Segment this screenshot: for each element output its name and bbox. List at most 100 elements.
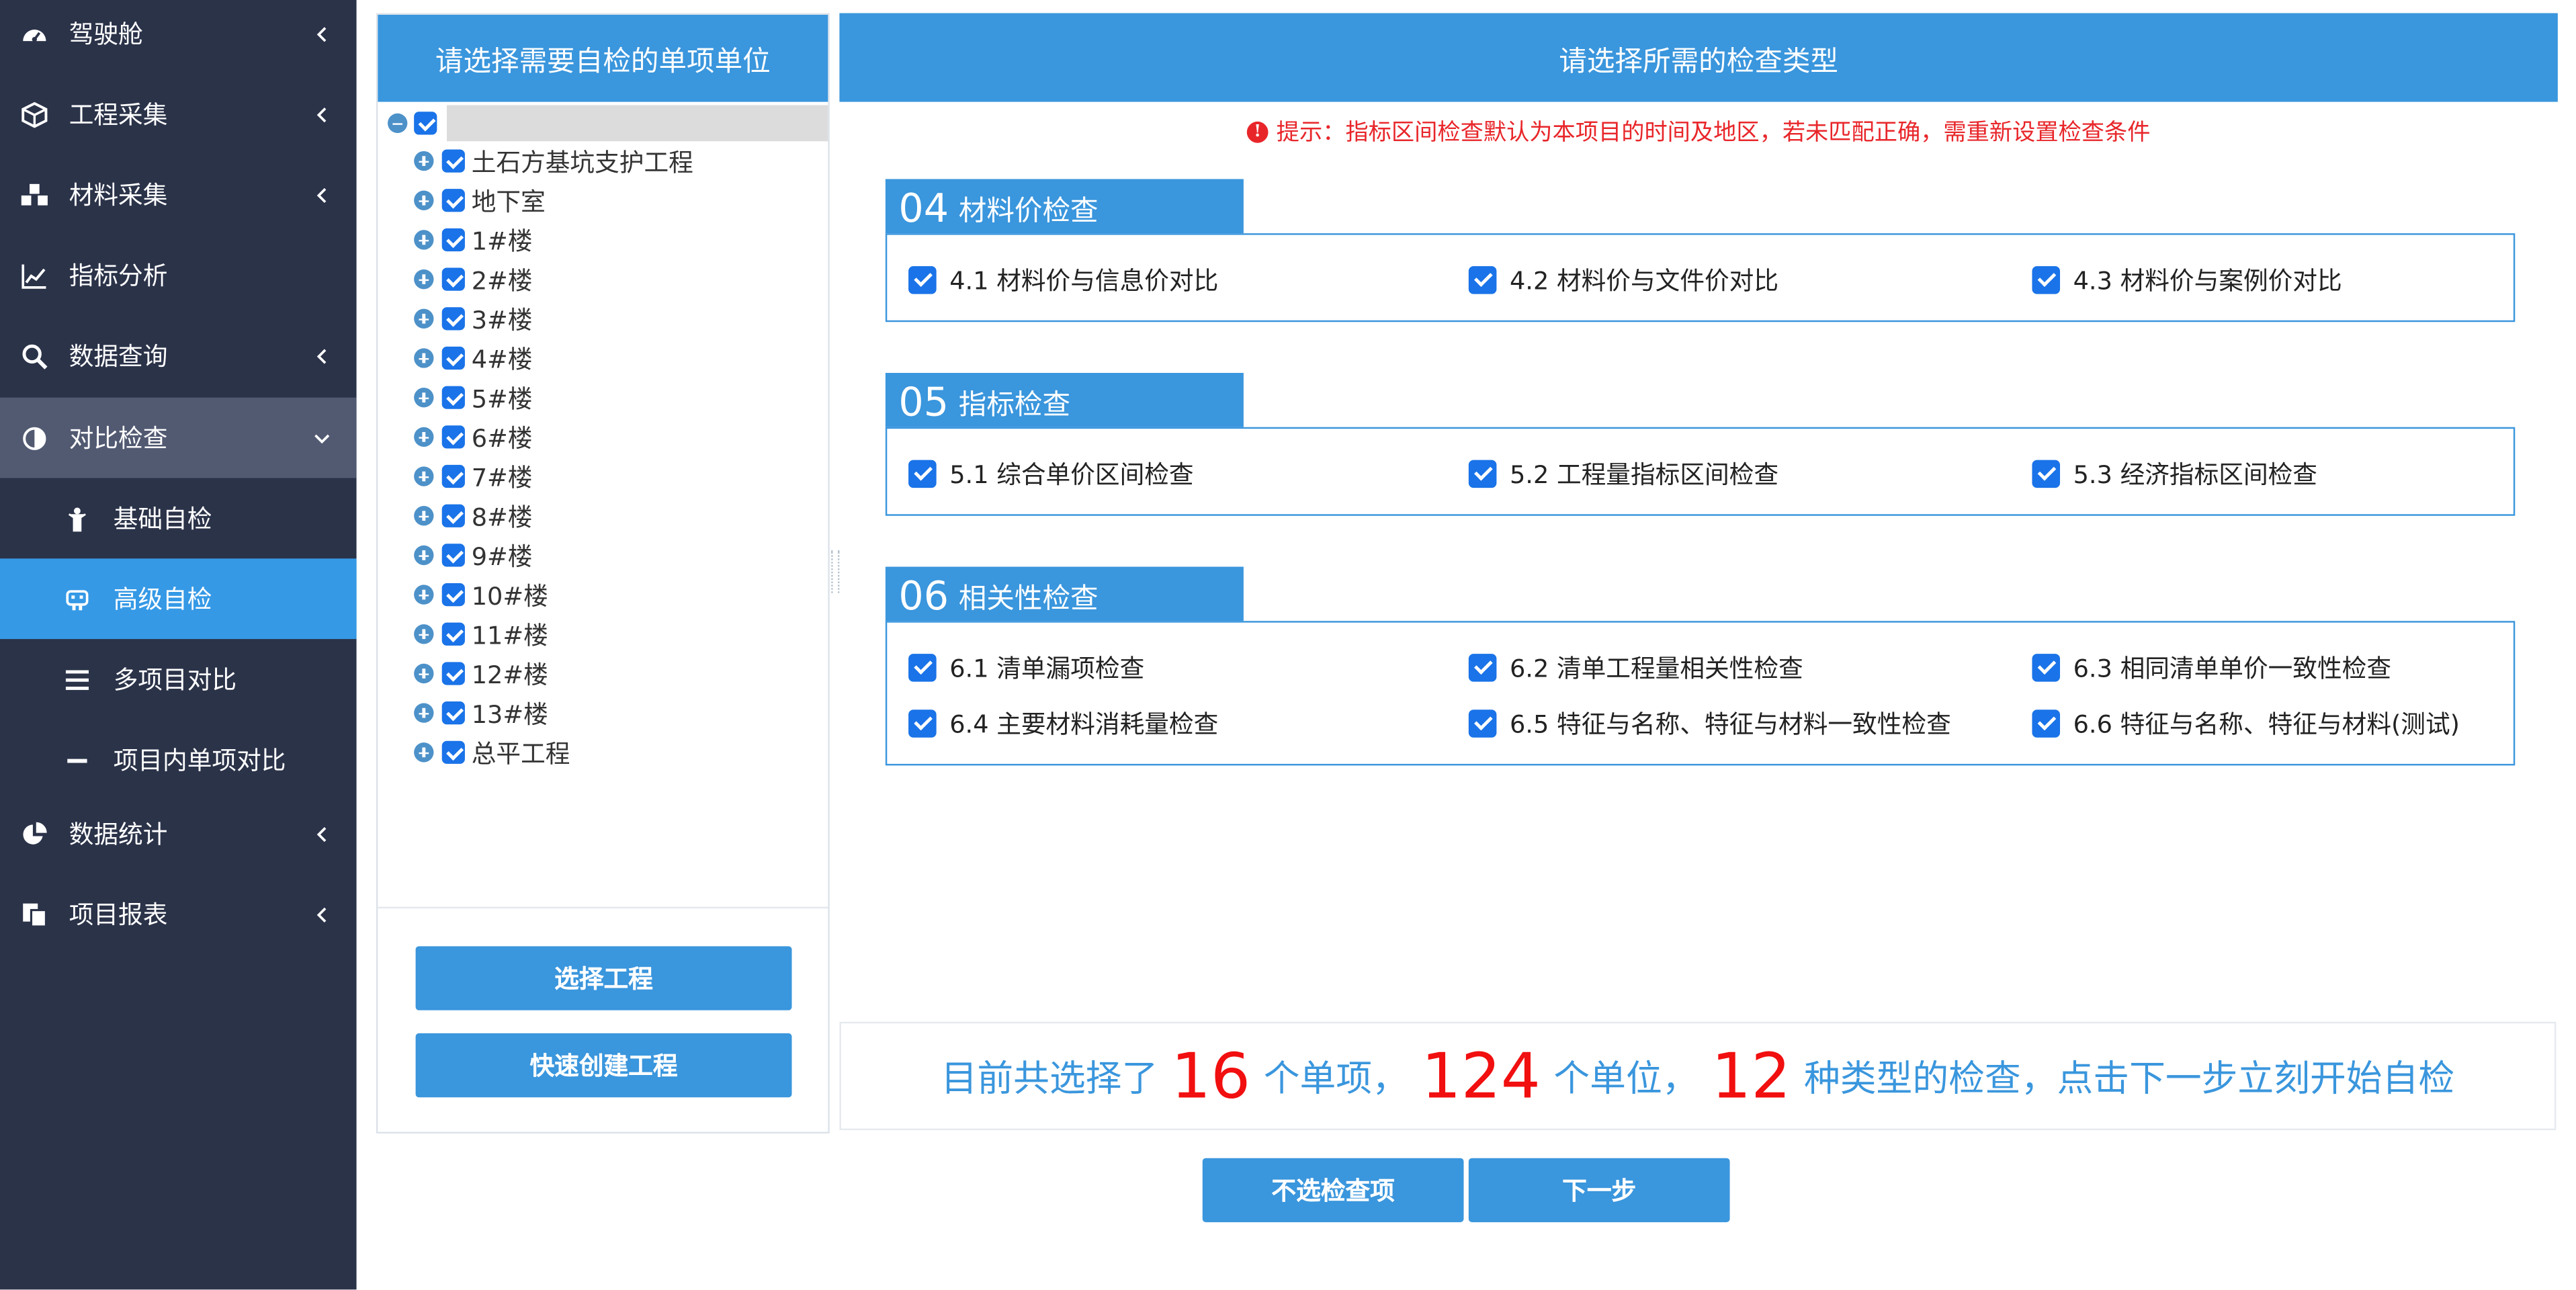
- nav-item-basic-self-check[interactable]: 基础自检: [0, 478, 357, 558]
- check-option[interactable]: 6.1 清单漏项检查: [908, 650, 1144, 685]
- expand-icon[interactable]: [414, 585, 434, 605]
- tree-item[interactable]: 10#楼: [414, 576, 548, 613]
- deselect-checks-button[interactable]: 不选检查项: [1202, 1158, 1464, 1223]
- expand-icon[interactable]: [414, 545, 434, 566]
- option-checkbox[interactable]: [1468, 266, 1497, 294]
- check-option[interactable]: 6.4 主要材料消耗量检查: [908, 706, 1218, 740]
- tree-item-label: 1#楼: [471, 226, 533, 256]
- option-checkbox[interactable]: [908, 266, 937, 294]
- expand-icon[interactable]: [414, 703, 434, 723]
- nav-item-in-project-compare[interactable]: 项目内单项对比: [0, 720, 357, 800]
- tree-root-checkbox[interactable]: [414, 112, 437, 135]
- option-checkbox[interactable]: [2032, 266, 2061, 294]
- tree-item[interactable]: 13#楼: [414, 695, 548, 731]
- expand-icon[interactable]: [414, 427, 434, 447]
- tree-checkbox[interactable]: [441, 228, 465, 252]
- expand-icon[interactable]: [414, 230, 434, 250]
- expand-icon[interactable]: [414, 190, 434, 210]
- tree-checkbox[interactable]: [441, 583, 465, 607]
- tree-item[interactable]: 总平工程: [414, 734, 570, 771]
- check-option[interactable]: 6.5 特征与名称、特征与材料一致性检查: [1468, 706, 1951, 740]
- tree-item[interactable]: 8#楼: [414, 498, 532, 534]
- nav-item-cockpit[interactable]: 驾驶舱: [0, 0, 357, 74]
- tree-checkbox[interactable]: [441, 622, 465, 646]
- tree-item[interactable]: 12#楼: [414, 656, 548, 692]
- check-option[interactable]: 6.2 清单工程量相关性检查: [1468, 650, 1803, 685]
- check-option[interactable]: 4.2 材料价与文件价对比: [1468, 263, 1778, 297]
- tree-checkbox[interactable]: [441, 307, 465, 331]
- expand-icon[interactable]: [414, 388, 434, 408]
- expand-icon[interactable]: [414, 742, 434, 763]
- tree-checkbox[interactable]: [441, 504, 465, 527]
- check-option[interactable]: 6.3 相同清单单价一致性检查: [2032, 650, 2391, 685]
- check-option[interactable]: 5.2 工程量指标区间检查: [1468, 457, 1778, 491]
- tree-item[interactable]: 4#楼: [414, 340, 532, 376]
- tree-item[interactable]: 3#楼: [414, 300, 532, 337]
- check-option[interactable]: 4.3 材料价与案例价对比: [2032, 263, 2342, 297]
- expand-icon[interactable]: [414, 466, 434, 486]
- tree-root[interactable]: [384, 105, 828, 142]
- tree-item[interactable]: 1#楼: [414, 222, 532, 258]
- expand-icon[interactable]: [414, 506, 434, 526]
- option-checkbox[interactable]: [1468, 710, 1497, 738]
- dashboard-icon: [19, 19, 49, 48]
- expand-icon[interactable]: [414, 269, 434, 290]
- option-checkbox[interactable]: [2032, 710, 2061, 738]
- robot-icon: [62, 584, 92, 613]
- option-checkbox[interactable]: [2032, 460, 2061, 488]
- nav-item-advanced-self-check[interactable]: 高级自检: [0, 558, 357, 640]
- check-option[interactable]: 4.1 材料价与信息价对比: [908, 263, 1218, 297]
- section-header-correlation-check: 06 相关性检查: [885, 566, 1244, 623]
- option-checkbox[interactable]: [908, 460, 937, 488]
- nav-item-project-report[interactable]: 项目报表: [0, 874, 357, 955]
- expand-icon[interactable]: [414, 663, 434, 684]
- tree-checkbox[interactable]: [441, 386, 465, 409]
- nav-item-project-collect[interactable]: 工程采集: [0, 74, 357, 155]
- expand-icon[interactable]: [414, 150, 434, 171]
- tree-item[interactable]: 2#楼: [414, 261, 532, 298]
- nav-item-material-collect[interactable]: 材料采集: [0, 155, 357, 235]
- tree-checkbox[interactable]: [441, 267, 465, 291]
- tree-item[interactable]: 11#楼: [414, 616, 548, 652]
- expand-icon[interactable]: [414, 624, 434, 644]
- tree-item[interactable]: 土石方基坑支护工程: [414, 143, 693, 179]
- tree-checkbox[interactable]: [441, 701, 465, 725]
- collapse-icon[interactable]: [388, 113, 408, 134]
- expand-icon[interactable]: [414, 348, 434, 368]
- tree-item[interactable]: 9#楼: [414, 538, 532, 574]
- option-checkbox[interactable]: [908, 654, 937, 682]
- tree-checkbox[interactable]: [441, 149, 465, 173]
- tree-checkbox[interactable]: [441, 740, 465, 764]
- option-checkbox[interactable]: [1468, 654, 1497, 682]
- tree-checkbox[interactable]: [441, 425, 465, 449]
- tree-checkbox[interactable]: [441, 189, 465, 212]
- quick-create-project-button[interactable]: 快速创建工程: [415, 1033, 792, 1098]
- tree-item[interactable]: 5#楼: [414, 380, 532, 416]
- summary-text-types: 种类型的检查，点击下一步立刻开始自检: [1803, 1060, 2455, 1101]
- tree-item[interactable]: 6#楼: [414, 419, 532, 455]
- tree-item[interactable]: 7#楼: [414, 458, 532, 494]
- tree-checkbox[interactable]: [441, 346, 465, 370]
- select-project-button[interactable]: 选择工程: [415, 946, 792, 1010]
- check-option[interactable]: 6.6 特征与名称、特征与材料(测试): [2032, 706, 2460, 740]
- nav-item-compare-check[interactable]: 对比检查: [0, 397, 357, 478]
- tree-item[interactable]: 地下室: [414, 182, 546, 218]
- panel-resize-handle[interactable]: [831, 550, 840, 593]
- option-checkbox[interactable]: [2032, 654, 2061, 682]
- expand-icon[interactable]: [414, 308, 434, 329]
- tree-checkbox[interactable]: [441, 662, 465, 685]
- nav-item-multi-project-compare[interactable]: 多项目对比: [0, 639, 357, 720]
- next-step-button[interactable]: 下一步: [1468, 1158, 1730, 1223]
- child-icon: [62, 503, 92, 533]
- tree-checkbox[interactable]: [441, 464, 465, 488]
- nav-item-index-analysis[interactable]: 指标分析: [0, 235, 357, 316]
- cube-icon: [19, 99, 49, 129]
- nav-item-data-statistics[interactable]: 数据统计: [0, 793, 357, 874]
- nav-item-data-query[interactable]: 数据查询: [0, 315, 357, 396]
- option-checkbox[interactable]: [908, 710, 937, 738]
- tree-checkbox[interactable]: [441, 544, 465, 567]
- nav-label: 数据查询: [69, 341, 168, 372]
- option-checkbox[interactable]: [1468, 460, 1497, 488]
- check-option[interactable]: 5.1 综合单价区间检查: [908, 457, 1194, 491]
- check-option[interactable]: 5.3 经济指标区间检查: [2032, 457, 2317, 491]
